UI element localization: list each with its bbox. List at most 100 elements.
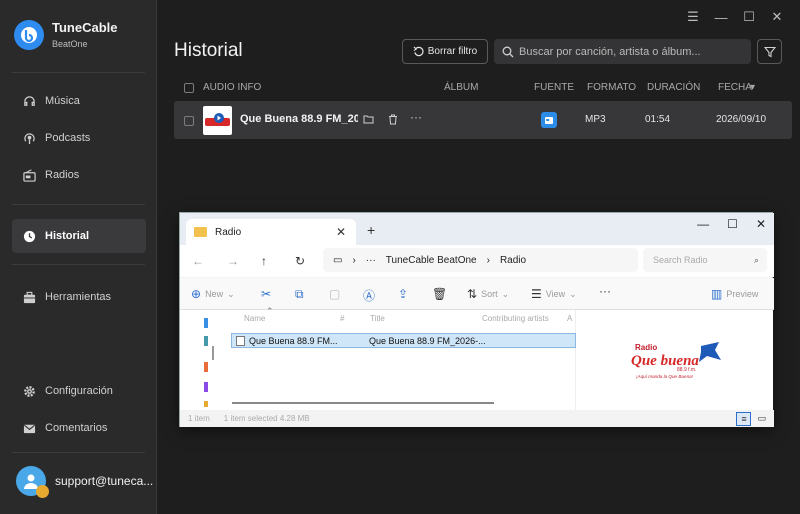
column-name[interactable]: Name — [244, 314, 265, 323]
search-icon: ⌕ — [753, 254, 759, 265]
up-icon[interactable]: ↑ — [261, 254, 267, 268]
user-account[interactable]: support@tuneca... — [16, 466, 153, 498]
column-source[interactable]: FUENTE — [534, 82, 574, 93]
trash-icon: 🗑 — [432, 287, 448, 301]
search-box[interactable] — [494, 39, 751, 64]
sort-up-icon: ⌃ — [266, 306, 274, 316]
preview-button[interactable]: ▥ Preview — [711, 287, 758, 301]
new-tab-icon[interactable]: + — [367, 222, 375, 238]
source-radio-icon — [541, 112, 557, 128]
paste-button[interactable]: ▢ — [329, 287, 340, 301]
column-album[interactable]: ÁLBUM — [444, 82, 478, 93]
tiles-view-icon[interactable]: ▭ — [757, 413, 766, 424]
sort-button[interactable]: ⇅ Sort ⌄ — [467, 287, 509, 301]
sidebar-item-configuracion[interactable]: Configuración — [12, 374, 146, 408]
copy-button[interactable]: ⧉ — [295, 287, 304, 302]
close-tab-icon[interactable]: ✕ — [336, 225, 346, 239]
column-title[interactable]: Title — [370, 314, 385, 323]
nav-pane-item-icon[interactable] — [204, 336, 208, 346]
row-checkbox[interactable] — [184, 116, 194, 126]
maximize-icon[interactable]: ☐ — [727, 217, 738, 231]
delete-button[interactable]: 🗑 — [432, 287, 447, 301]
track-date: 2026/09/10 — [716, 114, 767, 125]
preview-logo-top: Radio — [635, 343, 657, 352]
column-number[interactable]: # — [340, 314, 344, 323]
rename-button[interactable]: Ⓐ — [363, 287, 375, 304]
divider — [12, 72, 145, 73]
folder-icon[interactable] — [362, 113, 374, 125]
column-artists[interactable]: Contributing artists — [482, 314, 549, 323]
close-icon[interactable]: ✕ — [768, 8, 786, 26]
sort-caret-icon[interactable]: ▾ — [750, 82, 755, 93]
column-duration[interactable]: DURACIÓN — [647, 82, 700, 93]
explorer-search[interactable]: Search Radio ⌕ — [643, 248, 767, 272]
sidebar-item-podcasts[interactable]: Podcasts — [12, 121, 146, 155]
selection-info: 1 item selected 4.28 MB — [223, 414, 310, 423]
nav-pane-item-icon[interactable] — [204, 362, 208, 372]
track-duration: 01:54 — [645, 114, 671, 125]
horizontal-scrollbar[interactable] — [232, 402, 494, 404]
nav-pane-item-icon[interactable] — [204, 318, 208, 328]
breadcrumb-item[interactable]: TuneCable BeatOne — [386, 255, 477, 266]
track-cover — [203, 106, 232, 135]
forward-icon[interactable]: → — [227, 254, 239, 268]
explorer-tab[interactable]: Radio ✕ — [186, 219, 356, 245]
divider — [12, 452, 145, 453]
nav-pane-scrollbar[interactable] — [212, 346, 214, 360]
new-button[interactable]: ⊕ New ⌄ — [191, 287, 235, 301]
reset-icon — [413, 46, 424, 57]
sort-label: Sort — [481, 289, 498, 299]
view-button[interactable]: ☰ View ⌄ — [531, 287, 577, 301]
sidebar-item-label: Música — [45, 95, 80, 107]
share-button[interactable]: ⇪ — [398, 287, 408, 301]
more-icon[interactable]: ··· — [599, 284, 611, 298]
column-audio-info[interactable]: AUDIO INFO — [203, 82, 261, 93]
sidebar-item-comentarios[interactable]: Comentarios — [12, 411, 146, 445]
file-explorer-window: Radio ✕ + — ☐ ✕ ← → ↑ ↻ ▭ › ··· TuneCabl… — [179, 212, 774, 427]
track-title: Que Buena 88.9 FM_20... — [240, 113, 358, 125]
maximize-icon[interactable]: ☐ — [740, 8, 758, 26]
explorer-tab-title: Radio — [215, 226, 242, 238]
minimize-icon[interactable]: — — [712, 8, 730, 26]
filter-button[interactable] — [757, 39, 782, 64]
premium-badge-icon — [36, 485, 49, 498]
sidebar-item-label: Historial — [45, 230, 90, 242]
sort-icon: ⇅ — [467, 287, 478, 301]
trash-icon[interactable] — [387, 113, 399, 125]
window-controls: ☰ — ☐ ✕ — [684, 8, 786, 26]
cut-button[interactable]: ✂ — [261, 287, 271, 301]
menu-icon[interactable]: ☰ — [684, 8, 702, 26]
select-all-checkbox[interactable] — [184, 83, 194, 93]
nav-pane-item-icon[interactable] — [204, 382, 208, 392]
sidebar-item-historial[interactable]: Historial — [12, 219, 146, 253]
sidebar-item-herramientas[interactable]: Herramientas — [12, 280, 146, 314]
minimize-icon[interactable]: — — [697, 217, 709, 231]
column-album[interactable]: A — [567, 314, 572, 323]
explorer-file-list: Name ⌃ # Title Contributing artists A Qu… — [220, 306, 576, 410]
search-input[interactable] — [519, 45, 739, 58]
close-icon[interactable]: ✕ — [756, 217, 766, 231]
nav-pane-item-icon[interactable] — [204, 401, 208, 407]
refresh-icon[interactable]: ↻ — [295, 254, 305, 268]
more-icon[interactable]: ··· — [410, 110, 422, 124]
explorer-navbar: ← → ↑ ↻ ▭ › ··· TuneCable BeatOne › Radi… — [180, 245, 774, 277]
preview-label: Preview — [726, 289, 759, 299]
sidebar: TuneCable BeatOne Música Podcasts Radios… — [0, 0, 157, 514]
breadcrumb-item[interactable]: Radio — [500, 255, 526, 266]
reset-filter-button[interactable]: Borrar filtro — [402, 39, 488, 64]
column-date[interactable]: FECHA — [718, 82, 752, 93]
address-bar[interactable]: ▭ › ··· TuneCable BeatOne › Radio — [323, 248, 638, 272]
mail-icon — [22, 421, 36, 435]
column-format[interactable]: FORMATO — [587, 82, 636, 93]
divider — [12, 264, 145, 265]
ellipsis-icon[interactable]: ··· — [366, 255, 376, 266]
sidebar-item-musica[interactable]: Música — [12, 84, 146, 118]
explorer-window-controls: — ☐ ✕ — [697, 217, 766, 231]
file-row[interactable]: Que Buena 88.9 FM... Que Buena 88.9 FM_2… — [231, 333, 576, 348]
details-view-icon[interactable]: ≡ — [736, 411, 752, 426]
file-title: Que Buena 88.9 FM_2026-... — [369, 335, 486, 346]
table-row[interactable]: Que Buena 88.9 FM_20... ··· MP3 01:54 20… — [174, 101, 792, 139]
back-icon[interactable]: ← — [192, 254, 204, 268]
sidebar-item-radios[interactable]: Radios — [12, 158, 146, 192]
preview-pane: Radio Que buena 88.9 f.m. ¡Aquí manda la… — [576, 310, 773, 410]
